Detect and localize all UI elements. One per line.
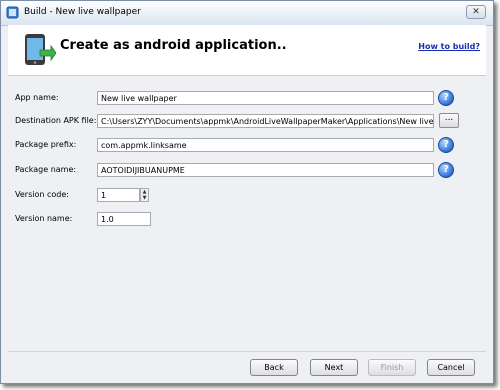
destination-apk-input[interactable]: C:\Users\ZYY\Documents\appmk\AndroidLive…	[97, 114, 434, 128]
package-prefix-input[interactable]: com.appmk.linksame	[97, 138, 434, 152]
app-icon	[6, 6, 19, 19]
close-button[interactable]: ✕	[466, 5, 486, 19]
package-name-help-icon[interactable]: ?	[438, 162, 454, 178]
version-code-label: Version code:	[15, 190, 69, 199]
destination-label: Destination APK file:	[15, 116, 97, 125]
back-button[interactable]: Back	[250, 359, 298, 376]
title-bar: Build - New live wallpaper ✕	[1, 1, 493, 26]
package-prefix-label: Package prefix:	[15, 140, 77, 149]
version-name-label: Version name:	[15, 214, 73, 223]
form-area: App name: New live wallpaper ? Destinati…	[1, 76, 493, 346]
back-button-label: Back	[264, 363, 284, 372]
app-name-help-icon[interactable]: ?	[438, 90, 454, 106]
next-button-label: Next	[324, 363, 344, 372]
app-name-input[interactable]: New live wallpaper	[97, 91, 434, 105]
header-panel: Create as android application.. How to b…	[8, 25, 486, 76]
browse-button[interactable]: ...	[439, 113, 459, 128]
finish-button[interactable]: Finish	[368, 359, 416, 376]
build-dialog: Build - New live wallpaper ✕ Create as a…	[0, 0, 494, 384]
next-button[interactable]: Next	[310, 359, 358, 376]
page-title: Create as android application..	[60, 38, 287, 53]
close-icon: ✕	[472, 7, 480, 17]
android-device-icon	[25, 34, 56, 65]
footer-divider	[8, 351, 486, 352]
app-name-label: App name:	[15, 93, 59, 102]
cancel-button[interactable]: Cancel	[427, 359, 475, 376]
package-name-label: Package name:	[15, 165, 77, 174]
window-title: Build - New live wallpaper	[24, 7, 141, 17]
cancel-button-label: Cancel	[437, 363, 465, 372]
version-name-input[interactable]: 1.0	[97, 212, 151, 226]
version-code-spinner[interactable]: ▲ ▼	[140, 188, 149, 202]
package-name-input[interactable]: AOTOIDIJIBUANUPME	[97, 163, 434, 177]
package-prefix-help-icon[interactable]: ?	[438, 137, 454, 153]
how-to-build-link[interactable]: How to build?	[418, 42, 480, 51]
finish-button-label: Finish	[380, 363, 404, 372]
version-code-input[interactable]: 1	[97, 188, 140, 202]
spin-down-icon[interactable]: ▼	[141, 195, 148, 201]
